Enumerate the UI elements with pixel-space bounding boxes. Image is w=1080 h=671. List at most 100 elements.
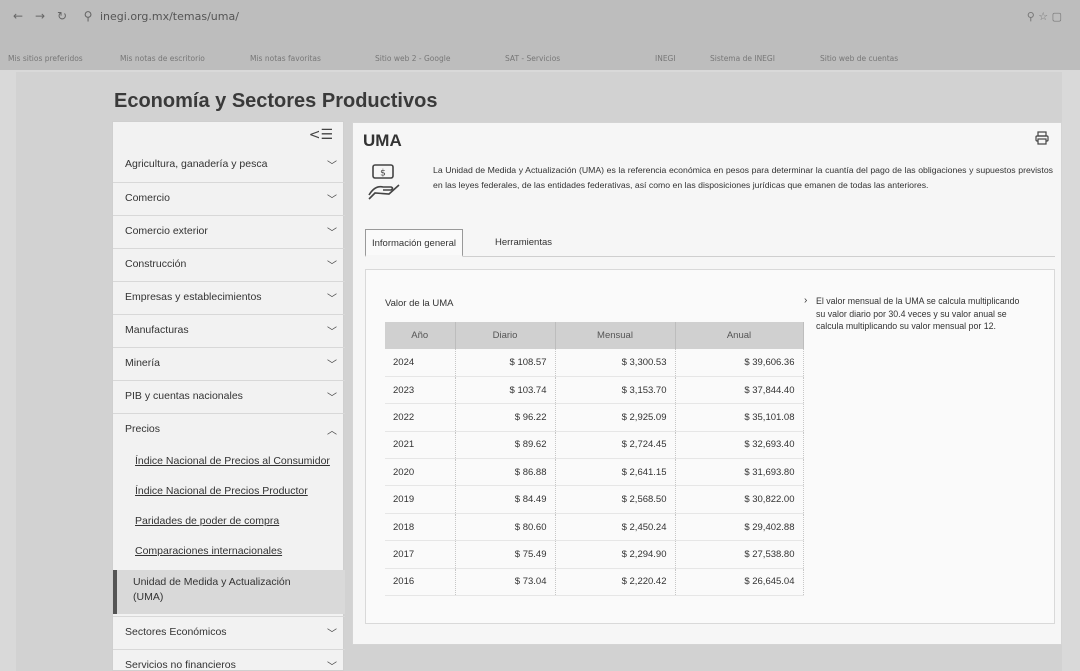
reload-icon[interactable]: ↻ [54,8,70,24]
browser-chrome: ← → ↻ ⚲ inegi.org.mx/temas/uma/ ⚲ ☆ ▢ Mi… [0,0,1080,70]
chevron-down-icon: ﹀ [327,629,337,640]
column-header: Anual [675,322,804,349]
address-bar[interactable]: inegi.org.mx/temas/uma/ [100,10,239,23]
table-cell: $ 26,645.04 [675,568,804,597]
table-cell: $ 2,294.90 [555,540,676,569]
table-cell: $ 35,101.08 [675,403,804,432]
table-cell: $ 37,844.40 [675,376,804,405]
sidebar-subitem-inpc[interactable]: Índice Nacional de Precios al Consumidor [135,455,330,467]
sidebar-item-empresas[interactable]: Empresas y establecimientos ﹀ [113,281,345,314]
svg-text:$: $ [380,169,386,179]
table-cell: $ 75.49 [455,540,556,569]
table-cell: $ 2,568.50 [555,485,676,514]
sidebar-item-servicios[interactable]: Servicios no financieros ﹀ [113,649,345,671]
sidebar-item-label: Comercio exterior [125,225,208,237]
table-cell: $ 2,925.09 [555,403,676,432]
table-cell: $ 96.22 [455,403,556,432]
table-cell: $ 3,300.53 [555,349,676,377]
table-cell: $ 30,822.00 [675,485,804,514]
browser-actions-icon[interactable]: ⚲ ☆ ▢ [1027,10,1062,23]
print-icon[interactable] [1035,131,1049,145]
table-cell: $ 39,606.36 [675,349,804,377]
sidebar-item-label: Unidad de Medida y Actualización (UMA) [133,576,291,603]
calculation-note: › El valor mensual de la UMA se calcula … [804,295,1031,333]
sidebar-item-pib[interactable]: PIB y cuentas nacionales ﹀ [113,380,345,413]
table-cell: 2022 [385,403,456,432]
table-row: 2022 $ 96.22 $ 2,925.09 $ 35,101.08 [385,403,804,432]
sidebar-item-construccion[interactable]: Construcción ﹀ [113,248,345,281]
sidebar-subitem-comparaciones[interactable]: Comparaciones internacionales [135,545,282,557]
sidebar-item-precios[interactable]: Precios ︿ [113,413,345,446]
sidebar-item-label: Construcción [125,258,187,270]
sidebar-subitem-paridades[interactable]: Paridades de poder de compra [135,515,279,527]
table-row: 2016 $ 73.04 $ 2,220.42 $ 26,645.04 [385,568,804,597]
table-cell: 2023 [385,376,456,405]
bookmark-item[interactable]: Mis sitios preferidos [8,54,83,63]
main-content: UMA $ La Unidad de Medida y Actualizació… [352,122,1062,645]
bookmark-item[interactable]: SAT - Servicios [505,54,560,63]
table-cell: 2024 [385,349,456,377]
table-cell: $ 89.62 [455,431,556,460]
forward-icon[interactable]: → [32,8,48,24]
table-row: 2017 $ 75.49 $ 2,294.90 $ 27,538.80 [385,540,804,569]
table-cell: $ 32,693.40 [675,431,804,460]
bookmarks-bar: Mis sitios preferidos Mis notas de escri… [0,36,1080,70]
sidebar-item-mineria[interactable]: Minería ﹀ [113,347,345,380]
sidebar-item-agricultura[interactable]: Agricultura, ganadería y pesca ﹀ [113,149,345,182]
column-header: Año [385,322,456,349]
chevron-down-icon: ﹀ [327,360,337,371]
table-cell: $ 31,693.80 [675,458,804,487]
back-icon[interactable]: ← [10,8,26,24]
site-info-icon[interactable]: ⚲ [80,8,96,24]
sidebar-item-comercio[interactable]: Comercio ﹀ [113,182,345,215]
table-header-row: Año Diario Mensual Anual [385,322,804,349]
info-panel: Valor de la UMA Año Diario Mensual Anual… [365,269,1055,624]
table-row: 2024 $ 108.57 $ 3,300.53 $ 39,606.36 [385,349,804,377]
collapse-left-icon[interactable]: <☰ [309,127,333,143]
table-cell: $ 86.88 [455,458,556,487]
sidebar-item-label: Agricultura, ganadería y pesca [125,158,268,170]
sidebar: <☰ Agricultura, ganadería y pesca ﹀ Come… [112,121,345,671]
sidebar-item-uma[interactable]: Unidad de Medida y Actualización (UMA) [113,570,345,614]
table-title: Valor de la UMA [385,298,454,309]
sidebar-item-sectores[interactable]: Sectores Económicos ﹀ [113,616,345,649]
table-cell: $ 27,538.80 [675,540,804,569]
table-cell: $ 80.60 [455,513,556,542]
tab-herramientas[interactable]: Herramientas [489,229,558,257]
chevron-down-icon: ﹀ [327,294,337,305]
table-cell: $ 2,220.42 [555,568,676,597]
chevron-right-icon: › [804,295,808,306]
table-cell: $ 2,724.45 [555,431,676,460]
table-row: 2019 $ 84.49 $ 2,568.50 $ 30,822.00 [385,485,804,514]
sidebar-item-label: Comercio [125,192,170,204]
table-row: 2021 $ 89.62 $ 2,724.45 $ 32,693.40 [385,431,804,460]
bookmark-item[interactable]: Mis notas de escritorio [120,54,205,63]
chevron-down-icon: ﹀ [327,261,337,272]
bookmark-item[interactable]: Sitio web de cuentas [820,54,898,63]
chevron-up-icon: ︿ [327,426,337,437]
bookmark-item[interactable]: Mis notas favoritas [250,54,321,63]
table-cell: $ 3,153.70 [555,376,676,405]
table-cell: $ 29,402.88 [675,513,804,542]
note-text: El valor mensual de la UMA se calcula mu… [816,296,1020,331]
section-title: UMA [363,131,402,150]
sidebar-item-manufacturas[interactable]: Manufacturas ﹀ [113,314,345,347]
bookmark-item[interactable]: INEGI [655,54,676,63]
bookmark-item[interactable]: Sitio web 2 - Google [375,54,450,63]
table-cell: $ 103.74 [455,376,556,405]
chevron-down-icon: ﹀ [327,161,337,172]
table-cell: 2021 [385,431,456,460]
table-cell: $ 108.57 [455,349,556,377]
bookmark-item[interactable]: Sistema de INEGI [710,54,775,63]
table-cell: 2017 [385,540,456,569]
sidebar-subitem-inpp[interactable]: Índice Nacional de Precios Productor [135,485,308,497]
tab-informacion-general[interactable]: Información general [365,229,463,257]
sidebar-item-comercio-exterior[interactable]: Comercio exterior ﹀ [113,215,345,248]
sidebar-item-label: PIB y cuentas nacionales [125,390,243,402]
table-cell: 2020 [385,458,456,487]
chevron-down-icon: ﹀ [327,195,337,206]
chevron-down-icon: ﹀ [327,327,337,338]
table-cell: 2019 [385,485,456,514]
sidebar-item-label: Minería [125,357,161,369]
table-cell: 2016 [385,568,456,597]
